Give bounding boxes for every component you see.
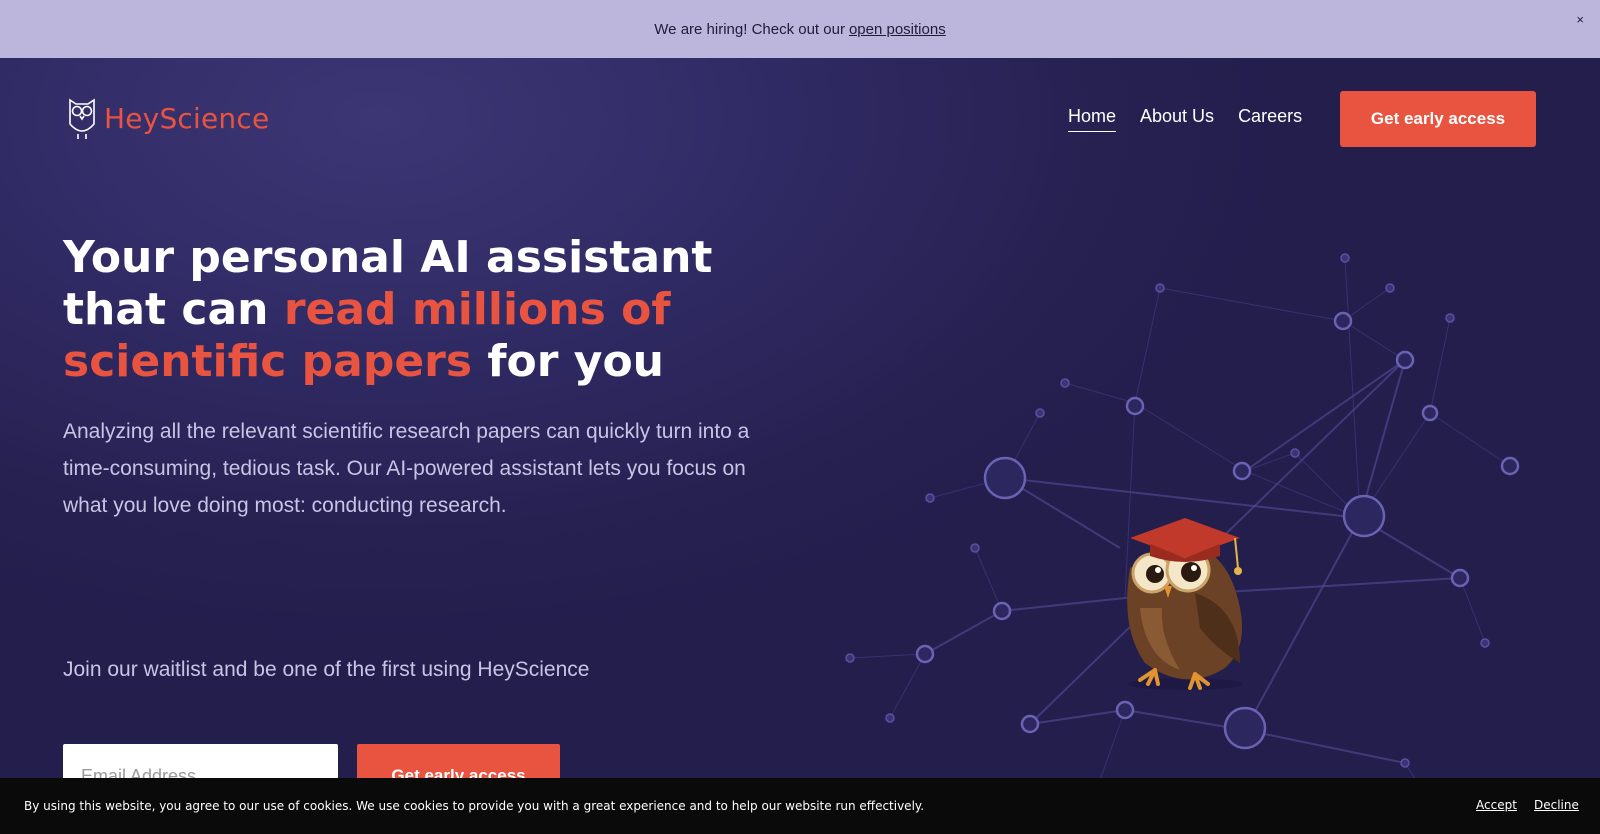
headline-part2: for you	[472, 336, 665, 387]
nav-item-home[interactable]: Home	[1068, 106, 1117, 132]
main-nav: Home About Us Careers	[1068, 106, 1326, 132]
nav-item-careers[interactable]: Careers	[1238, 106, 1302, 132]
cookie-consent-bar: By using this website, you agree to our …	[0, 778, 1600, 834]
waitlist-text: Join our waitlist and be one of the firs…	[63, 658, 590, 681]
cookie-accept-button[interactable]: Accept	[1476, 798, 1517, 812]
close-icon[interactable]: ×	[1576, 12, 1584, 27]
brand-logo[interactable]: HeyScience	[66, 96, 269, 140]
owl-mascot-illustration	[1127, 518, 1243, 690]
header-get-early-access-button[interactable]: Get early access	[1340, 91, 1536, 147]
announcement-bar: We are hiring! Check out our open positi…	[0, 0, 1600, 58]
owl-logo-icon	[69, 98, 95, 139]
cookie-decline-button[interactable]: Decline	[1534, 798, 1579, 812]
hero-lead-text: Analyzing all the relevant scientific re…	[63, 420, 750, 517]
brand-name: HeyScience	[104, 101, 270, 135]
open-positions-link[interactable]: open positions	[849, 21, 946, 38]
announcement-text: We are hiring! Check out our	[654, 20, 845, 38]
hero-section: HeyScience Home About Us Careers Get ear…	[0, 58, 1600, 834]
hero-headline: Your personal AI assistant that can read…	[63, 232, 823, 388]
cookie-message: By using this website, you agree to our …	[24, 799, 925, 813]
nav-item-about-us[interactable]: About Us	[1140, 106, 1214, 132]
